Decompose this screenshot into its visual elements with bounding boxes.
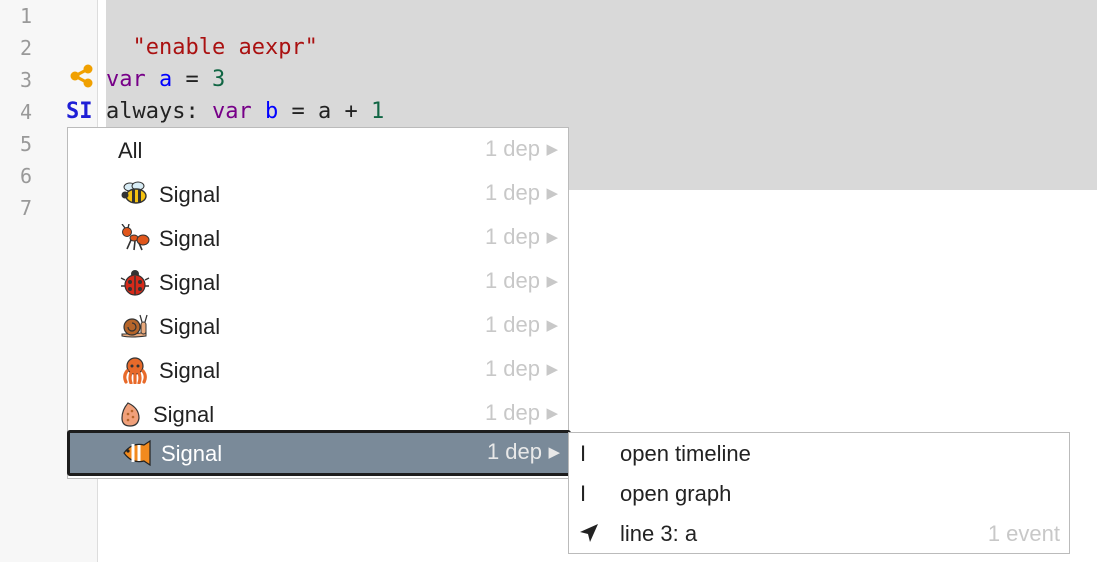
- dep-count: 1 dep: [484, 136, 540, 161]
- code-line-4[interactable]: always: var b = a + 1: [106, 96, 384, 128]
- always-token: always:: [106, 99, 212, 124]
- keyword-token: var: [211, 99, 252, 124]
- submenu-arrow-icon: ▶: [548, 444, 560, 461]
- line-number: 1: [19, 4, 32, 28]
- open-timeline-item[interactable]: I open timeline: [569, 433, 1069, 473]
- submenu-arrow-icon: ▶: [546, 361, 558, 378]
- variable-token: a: [159, 67, 173, 92]
- dep-count: 1 dep: [484, 180, 540, 205]
- menu-item-signal-octopus[interactable]: Signal 1 dep ▶: [68, 348, 568, 392]
- submenu-item-label: open graph: [620, 481, 732, 506]
- dep-count: 1 dep: [486, 439, 542, 464]
- operator-token: =: [172, 67, 212, 92]
- snail-icon: [120, 312, 150, 340]
- dep-count: 1 dep: [484, 312, 540, 337]
- number-token: 1: [370, 99, 385, 124]
- menu-item-label: Signal: [159, 314, 221, 339]
- ladybug-icon: [120, 268, 150, 296]
- menu-item-label: Signal: [153, 402, 215, 427]
- open-graph-item[interactable]: I open graph: [569, 473, 1069, 513]
- line-number: 3: [19, 68, 32, 92]
- ant-icon: [120, 223, 150, 252]
- goto-line-item[interactable]: line 3: a 1 event: [569, 513, 1069, 553]
- operator-token: = a +: [278, 99, 371, 124]
- menu-item-signal-bee[interactable]: Signal 1 dep ▶: [68, 172, 568, 216]
- line-number: 7: [19, 196, 32, 220]
- tropical-fish-icon: [122, 439, 152, 467]
- menu-item-label: Signal: [159, 182, 221, 207]
- line-number: 2: [19, 36, 32, 60]
- menu-item-all[interactable]: All 1 dep ▶: [68, 128, 568, 172]
- signal-submenu: I open timeline I open graph line 3: a 1…: [568, 432, 1070, 554]
- menu-item-signal-ladybug[interactable]: Signal 1 dep ▶: [68, 260, 568, 304]
- si-marker[interactable]: SI: [66, 96, 93, 128]
- string-token: "enable aexpr": [132, 35, 318, 60]
- number-token: 3: [212, 67, 226, 92]
- dependency-menu: All 1 dep ▶ Signal 1 dep ▶ Signal 1 dep …: [67, 127, 571, 479]
- menu-item-label: All: [118, 138, 143, 163]
- submenu-arrow-icon: ▶: [546, 141, 558, 158]
- menu-item-label: Signal: [159, 358, 221, 383]
- submenu-arrow-icon: ▶: [546, 405, 558, 422]
- share-nodes-icon[interactable]: [68, 62, 96, 90]
- menu-item-signal-fish[interactable]: Signal 1 dep ▶: [67, 430, 571, 476]
- item-marker: I: [580, 441, 587, 466]
- submenu-arrow-icon: ▶: [546, 185, 558, 202]
- menu-item-signal-snail[interactable]: Signal 1 dep ▶: [68, 304, 568, 348]
- submenu-item-label: line 3: a: [620, 521, 698, 546]
- submenu-arrow-icon: ▶: [546, 229, 558, 246]
- submenu-arrow-icon: ▶: [546, 317, 558, 334]
- shell-icon: [118, 400, 148, 428]
- menu-item-label: Signal: [159, 270, 221, 295]
- location-arrow-icon: [578, 522, 600, 544]
- line-number: 6: [19, 164, 32, 188]
- menu-item-label: Signal: [159, 226, 221, 251]
- menu-item-label: Signal: [161, 441, 223, 466]
- line-number: 4: [19, 100, 32, 124]
- dep-count: 1 dep: [484, 356, 540, 381]
- dep-count: 1 dep: [484, 268, 540, 293]
- keyword-token: var: [106, 67, 146, 92]
- dep-count: 1 dep: [484, 224, 540, 249]
- event-count: 1 event: [987, 521, 1060, 546]
- code-line-3[interactable]: var a = 3: [106, 64, 225, 96]
- submenu-item-label: open timeline: [620, 441, 751, 466]
- code-line-1[interactable]: "enable aexpr": [106, 0, 318, 60]
- item-marker: I: [580, 481, 587, 506]
- line-number: 5: [19, 132, 32, 156]
- variable-token: b: [264, 99, 279, 124]
- bee-icon: [120, 180, 150, 208]
- submenu-arrow-icon: ▶: [546, 273, 558, 290]
- dep-count: 1 dep: [484, 400, 540, 425]
- octopus-icon: [120, 356, 150, 385]
- menu-item-signal-ant[interactable]: Signal 1 dep ▶: [68, 216, 568, 260]
